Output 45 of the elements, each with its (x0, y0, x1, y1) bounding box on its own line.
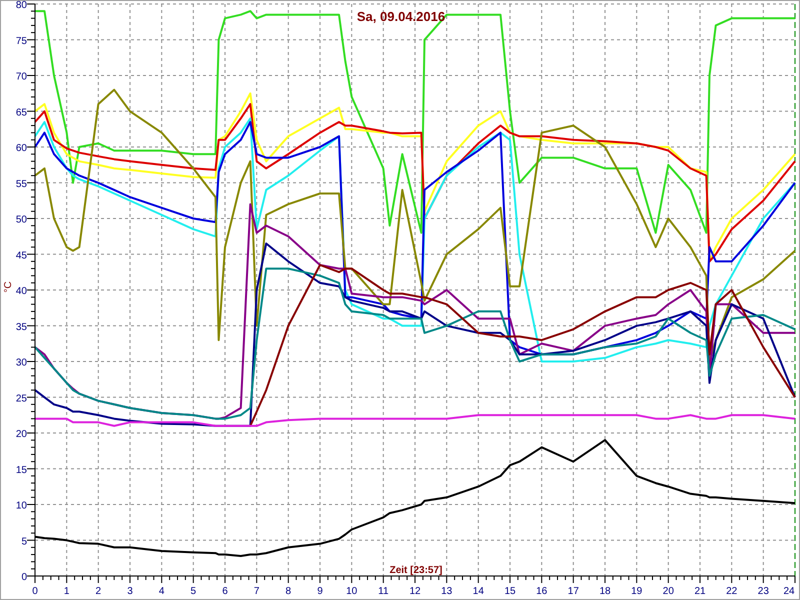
x-tick-label: 8 (286, 586, 292, 597)
x-tick-label: 7 (254, 586, 260, 597)
x-tick-label: 23 (758, 586, 769, 597)
y-tick-label: 30 (16, 358, 27, 368)
x-tick-label: 18 (599, 586, 611, 597)
y-tick-label: 55 (16, 178, 27, 190)
chart-title: Sa, 09.04.2016 (356, 9, 446, 24)
x-tick-label: 16 (536, 586, 548, 597)
y-tick-label: 5 (21, 536, 27, 548)
x-tick-label: 13 (441, 586, 452, 597)
x-axis-label: Zeit [23:57] (390, 565, 442, 576)
y-tick-label: 25 (16, 393, 27, 404)
x-tick-label: 11 (378, 586, 389, 597)
x-tick-label: 2 (96, 586, 102, 597)
y-tick-label: 60 (16, 143, 27, 154)
x-tick-label: 24 (783, 586, 795, 597)
y-tick-label: 70 (16, 72, 27, 82)
x-tick-label: 4 (158, 586, 164, 597)
y-tick-label: 20 (16, 429, 27, 440)
y-tick-label: 0 (21, 572, 27, 583)
x-tick-label: 3 (127, 586, 133, 597)
y-axis-label: °C (3, 281, 14, 293)
x-tick-label: 6 (222, 586, 228, 597)
y-tick-label: 65 (16, 107, 27, 118)
y-tick-label: 15 (16, 464, 27, 476)
y-tick-label: 45 (16, 250, 27, 262)
x-tick-label: 19 (631, 586, 642, 597)
y-tick-label: 75 (16, 36, 27, 47)
x-tick-label: 10 (346, 586, 358, 597)
y-tick-label: 80 (16, 1, 27, 11)
x-tick-label: 17 (568, 586, 579, 597)
y-tick-label: 10 (16, 500, 27, 512)
x-tick-label: 15 (504, 586, 516, 597)
x-tick-label: 9 (317, 586, 323, 597)
y-tick-label: 50 (16, 214, 27, 226)
x-tick-label: 5 (190, 586, 196, 597)
x-tick-label: 21 (694, 586, 706, 597)
x-tick-label: 14 (472, 586, 484, 597)
y-tick-label: 35 (16, 322, 27, 333)
x-tick-label: 0 (32, 586, 38, 597)
y-tick-label: 40 (16, 286, 27, 297)
x-tick-label: 22 (726, 586, 738, 597)
x-tick-label: 20 (662, 586, 674, 597)
x-tick-label: 12 (409, 586, 421, 597)
x-tick-label: 1 (64, 586, 70, 597)
